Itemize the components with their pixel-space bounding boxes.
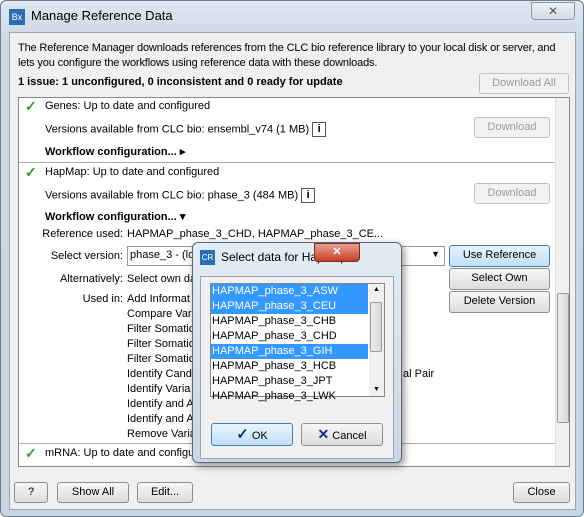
- used-in-item: Identify and A: [127, 413, 194, 425]
- use-reference-button[interactable]: Use Reference: [449, 245, 550, 267]
- genes-versions-label: Versions available from CLC bio: ensembl…: [45, 122, 327, 137]
- used-in-item: Add Informat: [127, 293, 190, 305]
- cancel-button[interactable]: ✕ Cancel: [301, 423, 383, 446]
- genes-download-button[interactable]: Download: [474, 117, 550, 138]
- list-item[interactable]: HAPMAP_phase_3_HCB: [211, 359, 368, 374]
- close-window-button[interactable]: ✕: [531, 2, 575, 20]
- list-scrollbar[interactable]: ▲ ▼: [369, 284, 384, 396]
- list-item[interactable]: HAPMAP_phase_3_LWK: [211, 389, 368, 404]
- used-in-item: Compare Vari: [127, 308, 195, 320]
- select-own-button[interactable]: Select Own: [449, 268, 550, 290]
- genes-workflow-toggle[interactable]: Workflow configuration... ▸: [45, 145, 185, 158]
- close-button[interactable]: Close: [513, 482, 570, 503]
- window-title: Manage Reference Data: [31, 8, 173, 23]
- hapmap-versions: Versions available from CLC bio: phase_3…: [45, 188, 316, 203]
- divider: [19, 162, 555, 163]
- chevron-down-icon: ▼: [431, 249, 440, 259]
- list-item[interactable]: HAPMAP_phase_3_CHD: [211, 329, 368, 344]
- select-version-label: Select version:: [50, 250, 123, 262]
- check-icon: ✓: [25, 445, 37, 461]
- genes-status: Genes: Up to date and configured: [45, 100, 211, 112]
- hapmap-download-button[interactable]: Download: [474, 183, 550, 204]
- mrna-status: mRNA: Up to date and configu: [45, 447, 195, 459]
- select-data-dialog: CR Select data for HapMap ✕ HAPMAP_phase…: [192, 242, 402, 463]
- reference-used-label: Reference used:: [42, 228, 123, 240]
- used-in-item: Filter Somatic: [127, 323, 195, 335]
- label: Versions available from CLC bio:: [45, 123, 205, 136]
- used-in-item: Filter Somatic: [127, 353, 195, 365]
- dialog-close-button[interactable]: ✕: [314, 243, 360, 262]
- info-icon[interactable]: i: [301, 188, 316, 203]
- info-icon[interactable]: i: [312, 122, 327, 137]
- alternatively-label: Alternatively:: [60, 273, 123, 285]
- edit-button[interactable]: Edit...: [137, 482, 193, 503]
- value: ensembl_v74 (1 MB): [207, 123, 310, 136]
- select-own-link[interactable]: Select own da: [127, 273, 196, 285]
- hapmap-status: HapMap: Up to date and configured: [45, 166, 220, 178]
- x-icon: ✕: [317, 426, 330, 442]
- hapmap-workflow-toggle[interactable]: Workflow configuration... ▾: [45, 210, 185, 223]
- used-in-item: Remove Varia: [127, 428, 196, 440]
- ok-button[interactable]: ✓ OK: [211, 423, 293, 446]
- used-in-fragment: al Pair: [403, 368, 435, 380]
- issues-summary: 1 issue: 1 unconfigured, 0 inconsistent …: [18, 76, 343, 88]
- used-in-label: Used in:: [82, 293, 123, 305]
- list-item[interactable]: HAPMAP_phase_3_CEU: [211, 299, 368, 314]
- check-icon: ✓: [236, 426, 249, 443]
- label: Versions available from CLC bio:: [45, 189, 205, 202]
- list-item[interactable]: HAPMAP_phase_3_ASW: [211, 284, 368, 299]
- delete-version-button[interactable]: Delete Version: [449, 291, 550, 313]
- show-all-button[interactable]: Show All: [57, 482, 129, 503]
- intro-text: The Reference Manager downloads referenc…: [18, 42, 556, 54]
- check-icon: ✓: [25, 164, 37, 180]
- list-scrollbar-thumb[interactable]: [370, 302, 382, 352]
- reference-used-value: HAPMAP_phase_3_CHD, HAPMAP_phase_3_CE...: [127, 228, 384, 240]
- intro-text-2: lets you configure the workflows using r…: [18, 57, 378, 69]
- list-item[interactable]: HAPMAP_phase_3_JPT: [211, 374, 368, 389]
- scrollbar-thumb[interactable]: [557, 293, 569, 423]
- scrollbar[interactable]: [555, 98, 569, 466]
- download-all-button[interactable]: Download All: [479, 73, 569, 94]
- data-list[interactable]: HAPMAP_phase_3_ASW HAPMAP_phase_3_CEU HAPM…: [210, 283, 385, 402]
- scroll-up-icon[interactable]: ▲: [369, 284, 384, 296]
- dialog-icon: CR: [200, 250, 215, 265]
- help-button[interactable]: ?: [14, 482, 48, 503]
- list-item[interactable]: HAPMAP_phase_3_CHB: [211, 314, 368, 329]
- app-icon: Bx: [9, 9, 25, 25]
- list-item[interactable]: HAPMAP_phase_3_GIH: [211, 344, 368, 359]
- used-in-item: Identify Varia: [127, 383, 191, 395]
- used-in-item: Identify Cand: [127, 368, 192, 380]
- value: phase_3 (484 MB): [207, 189, 299, 202]
- check-icon: ✓: [25, 98, 37, 114]
- used-in-item: Filter Somatic: [127, 338, 195, 350]
- scroll-down-icon[interactable]: ▼: [369, 384, 384, 396]
- used-in-item: Identify and A: [127, 398, 194, 410]
